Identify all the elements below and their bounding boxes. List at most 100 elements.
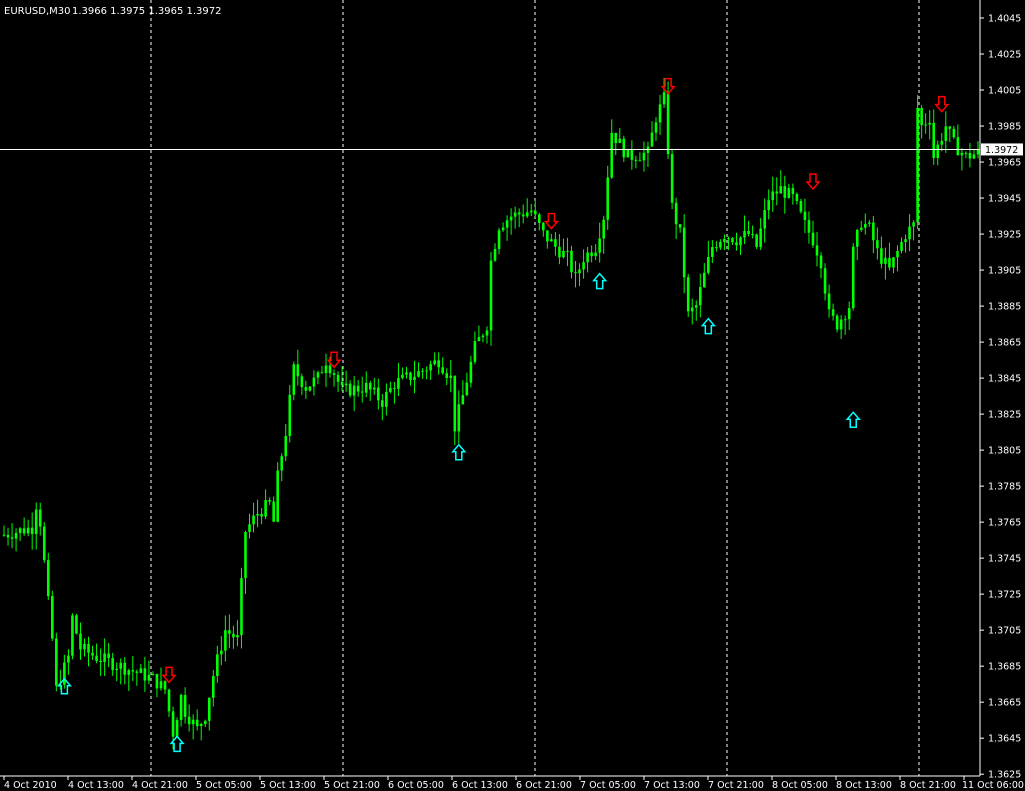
price-chart[interactable]: 1.3972 1.4045 1.4025 1.4005 1.3985 1.3965 1.3…: [0, 0, 1025, 791]
candle-body: [171, 711, 175, 737]
candle-body: [614, 132, 618, 144]
candle-body: [674, 202, 678, 225]
candle-body: [843, 319, 847, 321]
candle-body: [445, 373, 449, 379]
candle-body: [425, 370, 428, 372]
candle-body: [457, 404, 461, 432]
candle-body: [719, 241, 722, 248]
candle-body: [63, 662, 66, 685]
y-tick-label: 1.3865: [988, 338, 1021, 349]
x-tick-label: 5 Oct 05:00: [196, 780, 252, 791]
x-tick-label: 6 Oct 13:00: [452, 780, 508, 791]
candle-body: [908, 226, 911, 240]
candle-body: [449, 375, 453, 379]
y-tick-label: 1.4005: [988, 86, 1021, 97]
candle-body: [473, 341, 477, 362]
y-tick-label: 1.3785: [988, 482, 1021, 493]
candle-body: [694, 305, 698, 308]
candle-body: [276, 470, 279, 522]
y-tick-label: 1.3885: [988, 302, 1021, 313]
chart-window[interactable]: 1.3972 1.4045 1.4025 1.4005 1.3985 1.3965 1.3…: [0, 0, 1025, 791]
candle-body: [711, 247, 714, 257]
candle-body: [477, 337, 481, 342]
candle-body: [658, 104, 662, 123]
x-tick-label: 5 Oct 21:00: [324, 780, 380, 791]
candle-body: [244, 531, 247, 579]
candle-body: [610, 132, 614, 178]
candle-body: [203, 720, 207, 725]
candle-body: [578, 269, 581, 274]
current-price-label: 1.3972: [985, 145, 1018, 156]
candle-body: [574, 272, 577, 274]
candle-body: [936, 144, 940, 159]
candle-body: [167, 689, 171, 712]
candle-body: [481, 335, 485, 338]
y-tick-label: 1.3825: [988, 410, 1021, 421]
candle-body: [594, 252, 597, 257]
candle-body: [75, 615, 78, 634]
candle-body: [453, 375, 457, 432]
candle-body: [368, 382, 372, 390]
y-tick-label: 1.3705: [988, 626, 1021, 637]
candle-body: [811, 232, 815, 246]
candle-body: [127, 670, 131, 675]
candle-body: [207, 697, 211, 721]
candle-body: [131, 670, 135, 672]
candle-body: [139, 668, 143, 673]
y-tick-label: 1.3645: [988, 734, 1021, 745]
candle-body: [465, 382, 469, 396]
candle-body: [405, 372, 408, 375]
candle-body: [34, 509, 38, 535]
candle-body: [42, 526, 46, 561]
candle-body: [847, 308, 851, 320]
candle-body: [743, 230, 746, 238]
y-tick-label: 1.3905: [988, 266, 1021, 277]
candle-body: [868, 222, 871, 224]
y-tick-label: 1.3845: [988, 374, 1021, 385]
candle-body: [876, 240, 879, 249]
candle-body: [296, 364, 300, 377]
y-tick-label: 1.3925: [988, 230, 1021, 241]
candle-body: [183, 694, 187, 717]
candle-body: [14, 532, 18, 539]
candle-body: [99, 660, 102, 662]
candle-body: [10, 537, 14, 539]
candle-body: [952, 128, 956, 138]
x-tick-label: 4 Oct 13:00: [68, 780, 124, 791]
candle-body: [972, 154, 976, 159]
candle-body: [960, 152, 964, 156]
candle-body: [582, 262, 585, 270]
candle-body: [707, 256, 710, 273]
candle-body: [779, 186, 783, 194]
candle-body: [316, 372, 320, 378]
candle-body: [87, 643, 90, 653]
candle-body: [747, 230, 750, 235]
candle-body: [763, 210, 766, 229]
candle-body: [288, 394, 292, 436]
candle-body: [493, 248, 497, 261]
candle-body: [900, 242, 903, 251]
candle-body: [896, 250, 899, 258]
candle-body: [799, 201, 803, 212]
candle-body: [264, 500, 267, 517]
candle-body: [236, 635, 239, 638]
candle-body: [670, 154, 674, 203]
candle-body: [839, 319, 843, 330]
chart-background: [0, 0, 1025, 791]
candle-body: [155, 674, 159, 689]
candle-body: [413, 376, 416, 380]
candle-body: [328, 365, 332, 374]
candle-body: [884, 257, 887, 264]
candle-body: [904, 239, 907, 243]
y-tick-label: 1.3685: [988, 662, 1021, 673]
candle-body: [771, 191, 775, 201]
candle-body: [143, 668, 147, 681]
candle-body: [803, 211, 807, 221]
x-tick-label: 4 Oct 2010: [4, 780, 57, 791]
candle-body: [224, 630, 227, 651]
candle-body: [248, 524, 251, 532]
candle-body: [550, 239, 553, 242]
candle-body: [735, 242, 738, 246]
candle-body: [377, 387, 380, 401]
candle-body: [437, 360, 440, 368]
